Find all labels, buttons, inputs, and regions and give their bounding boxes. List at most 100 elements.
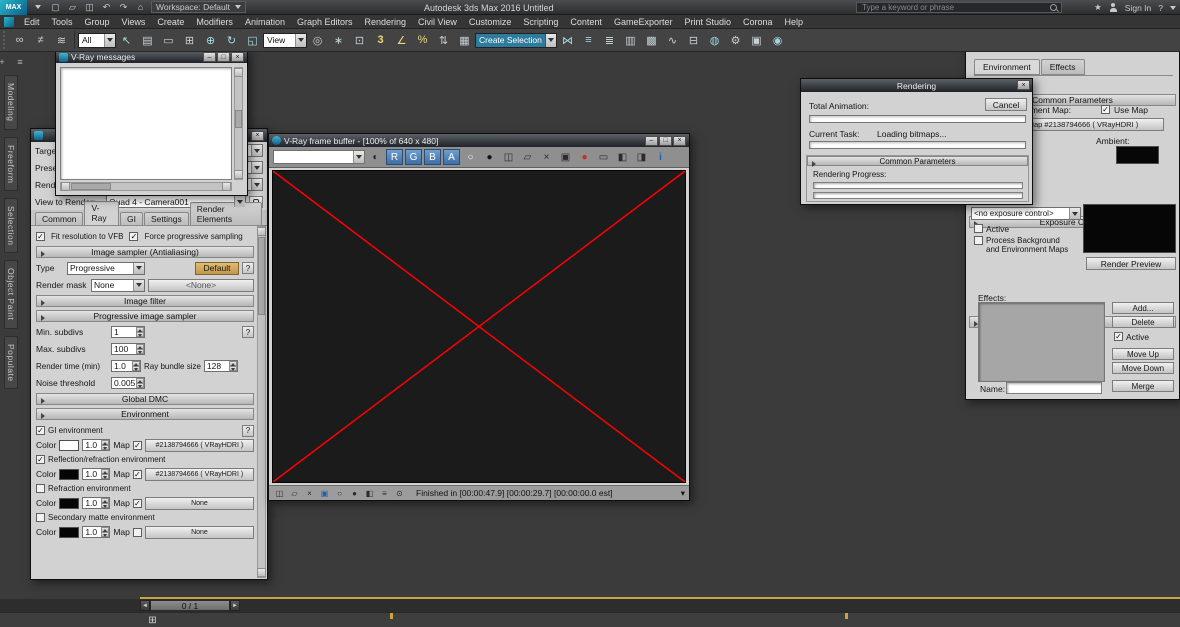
menu-item[interactable]: Create — [151, 15, 190, 29]
ribbon-toggle-icon[interactable]: ▩ — [642, 31, 661, 50]
keyboard-shortcut-override-icon[interactable]: ⊡ — [350, 31, 369, 50]
vfb-clear-icon[interactable]: × — [303, 487, 316, 499]
spinner-arrows-icon[interactable] — [228, 361, 237, 371]
vfb-status-expand-icon[interactable]: ▾ — [681, 488, 685, 499]
rollout-image-sampler[interactable]: Image sampler (Antialiasing) — [36, 246, 254, 258]
rollout-global-dmc[interactable]: Global DMC — [36, 393, 254, 405]
map-enable-checkbox[interactable]: ✓ — [132, 469, 142, 479]
rollout-image-filter[interactable]: Image filter — [36, 295, 254, 307]
vfb-compare-icon[interactable]: ◧ — [363, 487, 376, 499]
angle-snap-icon[interactable]: ∠ — [392, 31, 411, 50]
menu-item[interactable]: Corona — [737, 15, 779, 29]
window-crossing-icon[interactable]: ⊞ — [180, 31, 199, 50]
multiplier-spinner[interactable]: 1.0 — [82, 497, 111, 509]
rollout-common-parameters[interactable]: Common Parameters — [807, 156, 1028, 167]
help-button[interactable]: ? — [242, 424, 254, 437]
select-and-scale-icon[interactable]: ◱ — [243, 31, 262, 50]
align-icon[interactable]: ≡ — [579, 31, 598, 50]
close-button[interactable]: × — [1017, 80, 1030, 90]
scrollbar-thumb[interactable] — [235, 110, 242, 128]
app-menu-arrow-icon[interactable] — [30, 1, 45, 14]
tab-effects[interactable]: Effects — [1040, 59, 1085, 75]
spinner-arrows-icon[interactable] — [136, 344, 144, 354]
effect-name-field[interactable] — [1006, 382, 1102, 394]
menu-item[interactable]: Customize — [463, 15, 518, 29]
ribbon-tab[interactable]: Selection — [4, 197, 18, 254]
vray-messages-titlebar[interactable]: V-Ray messages – □ × — [56, 51, 247, 63]
map-slot-button[interactable]: #2138794666 ( VRayHDRI ) — [144, 438, 254, 452]
close-button[interactable]: × — [251, 130, 264, 141]
multiplier-spinner[interactable]: 1.0 — [82, 439, 111, 451]
close-button[interactable]: × — [673, 135, 686, 146]
select-by-name-icon[interactable]: ▤ — [138, 31, 157, 50]
app-titlebar[interactable]: MAX ▢ ▱ ◫ ↶ ↷ ⌂ Workspace: Default Autodesk 3… — [0, 0, 1180, 15]
green-channel-icon[interactable]: G — [405, 149, 422, 165]
ribbon-pin-icon[interactable]: ≡ — [12, 55, 28, 68]
exposure-control-dropdown[interactable]: <no exposure control> — [971, 207, 1081, 220]
slot-enable-checkbox[interactable]: ✓ — [36, 455, 45, 464]
scroll-up-button[interactable] — [234, 68, 243, 77]
help-button[interactable]: ? — [242, 262, 254, 274]
infocenter-search[interactable] — [856, 2, 1062, 13]
save-image-icon[interactable]: ◫ — [500, 149, 517, 165]
menu-item[interactable]: Animation — [239, 15, 291, 29]
ribbon-expand-icon[interactable]: + — [0, 55, 10, 68]
monochrome-icon[interactable]: ● — [481, 149, 498, 165]
spinner-arrows-icon[interactable] — [132, 361, 140, 371]
redo-icon[interactable]: ↷ — [116, 1, 131, 14]
menu-item[interactable]: Help — [779, 15, 810, 29]
slot-enable-checkbox[interactable] — [36, 513, 45, 522]
max-application-button[interactable]: MAX — [0, 0, 27, 15]
multiplier-spinner[interactable]: 1.0 — [82, 526, 111, 538]
tab-render-elements[interactable]: Render Elements — [189, 202, 262, 225]
ribbon-tab[interactable]: Modeling — [4, 75, 18, 130]
layer-explorer-icon[interactable]: ≣ — [600, 31, 619, 50]
map-enable-checkbox[interactable]: ✓ — [132, 440, 142, 450]
map-slot-button[interactable]: #2138794666 ( VRayHDRI ) — [144, 467, 254, 481]
messages-horizontal-scrollbar[interactable] — [60, 182, 232, 191]
menu-item[interactable]: Civil View — [412, 15, 463, 29]
menu-item[interactable]: Edit — [18, 15, 46, 29]
render-mask-map-button[interactable]: <None> — [148, 278, 254, 292]
help-icon[interactable]: ? — [1158, 3, 1163, 13]
scroll-left-button[interactable] — [61, 182, 70, 191]
previous-frame-button[interactable]: ◄ — [140, 600, 150, 611]
render-production-icon[interactable]: ◉ — [768, 31, 787, 50]
sign-in-button[interactable]: Sign In — [1125, 3, 1151, 13]
map-slot-button[interactable]: None — [144, 496, 254, 510]
color-swatch[interactable] — [59, 468, 80, 480]
move-up-button[interactable]: Move Up — [1112, 348, 1174, 360]
load-image-icon[interactable]: ▱ — [519, 149, 536, 165]
workspace-dropdown[interactable]: Workspace: Default — [151, 1, 247, 13]
spinner-arrows-icon[interactable] — [136, 378, 144, 388]
scrollbar-thumb[interactable] — [71, 183, 111, 190]
minimize-button[interactable]: – — [645, 135, 658, 146]
ray-bundle-spinner[interactable]: 128 — [203, 360, 238, 372]
vfb-alpha-icon[interactable]: ○ — [333, 487, 346, 499]
render-preview-button[interactable]: Render Preview — [1086, 257, 1176, 270]
ribbon-tab[interactable]: Populate — [4, 335, 18, 390]
menu-item[interactable]: Tools — [46, 15, 79, 29]
region-render-icon[interactable]: ▭ — [595, 149, 612, 165]
clear-image-icon[interactable]: × — [538, 149, 555, 165]
menu-item[interactable]: Group — [79, 15, 116, 29]
render-time-spinner[interactable]: 1.0 — [111, 360, 141, 372]
fit-resolution-checkbox[interactable]: ✓ — [36, 231, 45, 241]
tab-environment[interactable]: Environment — [974, 59, 1040, 75]
messages-log-area[interactable] — [60, 67, 232, 180]
rendered-frame-window-icon[interactable]: ▣ — [747, 31, 766, 50]
blue-channel-icon[interactable]: B — [424, 149, 441, 165]
menu-item[interactable]: Content — [564, 15, 608, 29]
force-color-clamping-icon[interactable]: ◧ — [614, 149, 631, 165]
ribbon-tab[interactable]: Object Paint — [4, 260, 18, 329]
ribbon-tab[interactable]: Freeform — [4, 136, 18, 191]
rollout-progressive-sampler[interactable]: Progressive image sampler — [36, 310, 254, 322]
menu-item[interactable]: GameExporter — [608, 15, 679, 29]
sampler-type-dropdown[interactable]: Progressive — [67, 261, 145, 275]
color-swatch[interactable] — [59, 439, 80, 451]
duplicate-to-host-icon[interactable]: ▣ — [557, 149, 574, 165]
spinner-arrows-icon[interactable] — [136, 327, 144, 337]
map-slot-button[interactable]: None — [144, 525, 254, 539]
help-button[interactable]: ? — [242, 326, 254, 338]
rollout-environment[interactable]: Environment — [36, 408, 254, 420]
